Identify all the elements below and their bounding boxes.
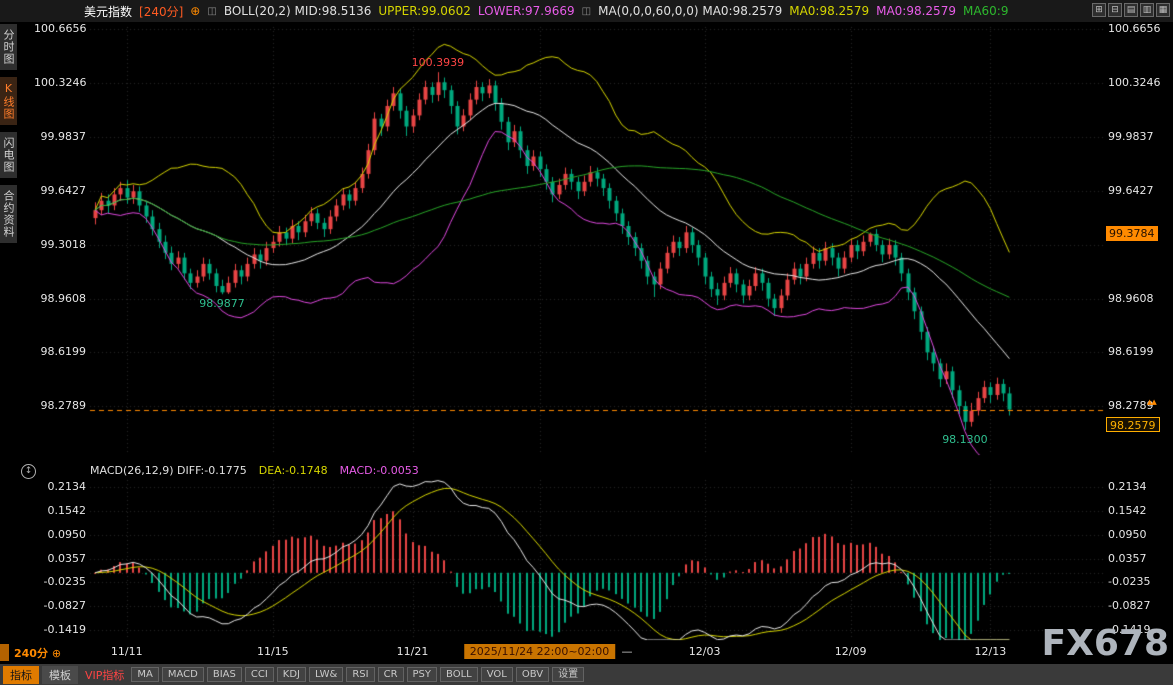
macd-axis-label: -0.1419	[34, 623, 86, 636]
tab-indicators[interactable]: 指标	[3, 666, 39, 684]
y-axis-label: 98.2789	[1108, 399, 1166, 412]
window-controls: ⊞⊟▤▥▦	[1092, 3, 1170, 17]
tab-templates[interactable]: 模板	[42, 666, 78, 684]
indicator-button-lw[interactable]: LW&	[309, 667, 343, 682]
date-label: 11/15	[257, 645, 289, 658]
fx678-watermark: FX678	[1042, 623, 1170, 664]
macd-macd-value: MACD:-0.0053	[340, 464, 419, 477]
timeframe-text: 240分	[14, 647, 48, 660]
y-axis-label: 100.3246	[1108, 76, 1166, 89]
period-tag[interactable]: [240分]	[139, 3, 183, 20]
ma-label: MA(0,0,0,60,0,0) MA0:98.2579	[598, 4, 782, 18]
y-axis-label: 99.3018	[34, 238, 86, 251]
timeline-dash: —	[622, 645, 633, 658]
indicator-button-cci[interactable]: CCI	[245, 667, 274, 682]
date-label: 12/03	[689, 645, 721, 658]
pane-toggle-icon[interactable]: ↕	[21, 464, 36, 479]
indicator-button-vol[interactable]: VOL	[481, 667, 513, 682]
timeframe-add-icon[interactable]: ⊕	[52, 647, 61, 660]
macd-axis-label: 0.2134	[34, 480, 86, 493]
price-direction-arrows: ▲▲	[1147, 398, 1156, 406]
date-label: 11/11	[111, 645, 143, 658]
y-axis-label: 98.6199	[34, 345, 86, 358]
macd-axis-label: 0.0950	[1108, 528, 1166, 541]
y-axis-label: 98.9608	[34, 292, 86, 305]
y-axis-label: 100.6656	[34, 22, 86, 35]
y-axis-label: 98.6199	[1108, 345, 1166, 358]
sidebar-tab-contract-info[interactable]: 合约资料	[0, 185, 17, 243]
chart-type-sidebar: 分时图 K线图闪电图合约资料	[0, 24, 17, 243]
price-annotation: 100.3939	[412, 56, 465, 69]
boll-lower-value: LOWER:97.9669	[478, 4, 575, 18]
macd-axis-label: 0.1542	[1108, 504, 1166, 517]
chart-header: 美元指数 [240分] ⊕ ◫ BOLL(20,2) MID:98.5136 U…	[0, 0, 1173, 22]
y-axis-label: 98.9608	[1108, 292, 1166, 305]
ma60-value: MA60:9	[963, 4, 1009, 18]
ma0-magenta-value: MA0:98.2579	[876, 4, 956, 18]
indicator-button-rsi[interactable]: RSI	[346, 667, 374, 682]
layout-cols-icon[interactable]: ▥	[1140, 3, 1154, 17]
indicator-button-cr[interactable]: CR	[378, 667, 404, 682]
indicator-button-bias[interactable]: BIAS	[207, 667, 242, 682]
y-axis-label: 99.6427	[1108, 184, 1166, 197]
layout-rows-icon[interactable]: ▤	[1124, 3, 1138, 17]
indicator-button-boll[interactable]: BOLL	[440, 667, 478, 682]
sidebar-tab-kline[interactable]: K线图	[0, 77, 17, 125]
y-axis-label: 99.6427	[34, 184, 86, 197]
ma-settings-icon[interactable]: ◫	[582, 6, 591, 17]
sidebar-tab-flash[interactable]: 闪电图	[0, 132, 17, 178]
boll-mid-value: BOLL(20,2) MID:98.5136	[224, 4, 372, 18]
macd-axis-label: 0.0357	[1108, 552, 1166, 565]
macd-dea-value: DEA:-0.1748	[259, 464, 328, 477]
time-axis: 240分 ⊕ 11/11 11/15 11/21 12/03 12/09 12/13 202…	[0, 644, 1173, 662]
scroll-corner-block	[0, 644, 9, 661]
indicator-button-macd[interactable]: MACD	[162, 667, 204, 682]
y-axis-label: 100.6656	[1108, 22, 1166, 35]
ma0-yellow-value: MA0:98.2579	[789, 4, 869, 18]
macd-axis-label: 0.0950	[34, 528, 86, 541]
macd-axis-label: 0.1542	[34, 504, 86, 517]
indicator-button-ma[interactable]: MA	[131, 667, 158, 682]
period-add-icon[interactable]: ⊕	[190, 4, 200, 18]
macd-axis-label: -0.0827	[1108, 599, 1166, 612]
date-label: 12/13	[974, 645, 1006, 658]
y-axis-label: 99.9837	[1108, 130, 1166, 143]
macd-indicator-row: MACD(26,12,9) DIFF:-0.1775 DEA:-0.1748 M…	[90, 464, 419, 477]
y-axis-label: 98.2789	[34, 399, 86, 412]
price-annotation: 98.9877	[199, 297, 245, 310]
symbol-name: 美元指数	[84, 3, 132, 20]
price-marker-solid: 99.3784	[1106, 226, 1158, 241]
chart-canvas[interactable]	[0, 0, 1173, 685]
settings-button[interactable]: 设置	[552, 667, 584, 682]
bottom-toolbar: 指标模板 VIP指标 MA MACDBIASCCIKDJLW&RSI CRPSYBOLL…	[0, 664, 1173, 685]
macd-axis-label: -0.0235	[34, 575, 86, 588]
date-label: 12/09	[835, 645, 867, 658]
selected-time-range: 2025/11/24 22:00~02:00	[464, 644, 616, 659]
add-window-icon[interactable]: ⊞	[1092, 3, 1106, 17]
macd-diff-value: MACD(26,12,9) DIFF:-0.1775	[90, 464, 247, 477]
layout-grid-icon[interactable]: ▦	[1156, 3, 1170, 17]
indicator-button-kdj[interactable]: KDJ	[277, 667, 306, 682]
boll-upper-value: UPPER:99.0602	[378, 4, 470, 18]
macd-axis-label: -0.0827	[34, 599, 86, 612]
indicator-button-psy[interactable]: PSY	[407, 667, 438, 682]
y-axis-label: 100.3246	[34, 76, 86, 89]
macd-axis-label: 0.2134	[1108, 480, 1166, 493]
y-axis-label: 99.9837	[34, 130, 86, 143]
trading-app-window: 美元指数 [240分] ⊕ ◫ BOLL(20,2) MID:98.5136 U…	[0, 0, 1173, 685]
boll-settings-icon[interactable]: ◫	[207, 6, 216, 17]
date-label: 11/21	[397, 645, 429, 658]
indicator-button-obv[interactable]: OBV	[516, 667, 549, 682]
split-window-icon[interactable]: ⊟	[1108, 3, 1122, 17]
price-marker-outline: 98.2579	[1106, 417, 1160, 432]
vip-indicators-link[interactable]: VIP指标	[85, 667, 124, 683]
timeframe-label[interactable]: 240分 ⊕	[14, 645, 61, 661]
price-annotation: 98.1300	[942, 433, 988, 446]
sidebar-tab-time-share[interactable]: 分时图	[0, 24, 17, 70]
macd-axis-label: 0.0357	[34, 552, 86, 565]
macd-axis-label: -0.0235	[1108, 575, 1166, 588]
